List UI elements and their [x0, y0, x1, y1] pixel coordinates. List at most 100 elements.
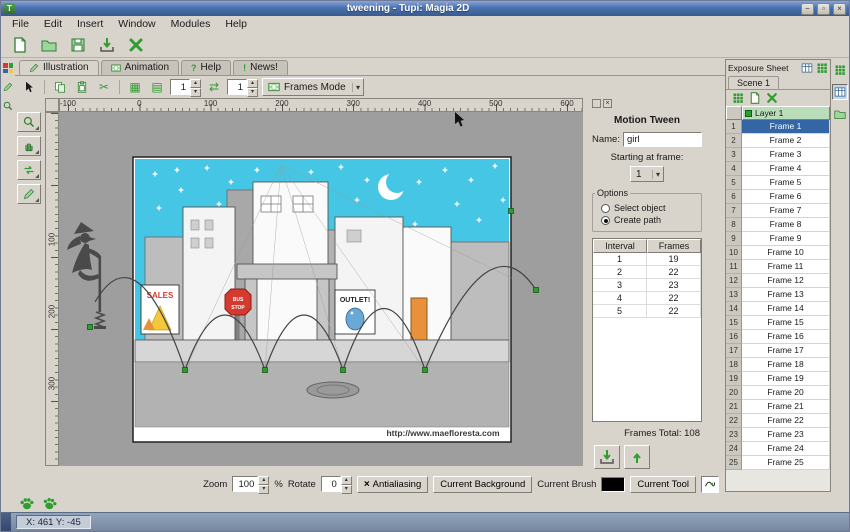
exposure-frame-row[interactable]: 20Frame 20 — [726, 386, 830, 400]
panel-menu-icon[interactable] — [816, 62, 828, 74]
frame-label[interactable]: Frame 18 — [742, 358, 830, 372]
frame-label[interactable]: Frame 14 — [742, 302, 830, 316]
create-path-radio[interactable]: Create path — [601, 215, 699, 225]
exposure-frame-row[interactable]: 7Frame 7 — [726, 204, 830, 218]
exposure-frame-row[interactable]: 13Frame 13 — [726, 288, 830, 302]
spin-down-icon[interactable]: ▾ — [258, 485, 269, 494]
tween-tool-button[interactable] — [17, 160, 41, 180]
exposure-frame-row[interactable]: 25Frame 25 — [726, 456, 830, 470]
exposure-frame-row[interactable]: 2Frame 2 — [726, 134, 830, 148]
exposure-frame-row[interactable]: 14Frame 14 — [726, 302, 830, 316]
remove-frame-icon[interactable] — [766, 92, 778, 104]
menu-edit[interactable]: Edit — [37, 17, 69, 31]
exposure-frame-row[interactable]: 12Frame 12 — [726, 274, 830, 288]
menu-file[interactable]: File — [5, 17, 36, 31]
add-frame-icon[interactable] — [749, 92, 761, 104]
frame-label[interactable]: Frame 11 — [742, 260, 830, 274]
tab-animation[interactable]: Animation — [101, 60, 179, 75]
frame-label[interactable]: Frame 10 — [742, 246, 830, 260]
zoom-panel-icon[interactable] — [3, 101, 13, 111]
minimize-button[interactable]: − — [801, 3, 814, 15]
exposure-frame-row[interactable]: 5Frame 5 — [726, 176, 830, 190]
paw-icon[interactable] — [40, 493, 59, 512]
current-background-button[interactable]: Current Background — [433, 476, 532, 493]
exposure-frame-row[interactable]: 16Frame 16 — [726, 330, 830, 344]
open-project-button[interactable] — [38, 34, 60, 56]
spin-up-icon[interactable]: ▴ — [258, 476, 269, 485]
frame-label[interactable]: Frame 8 — [742, 218, 830, 232]
frame-label[interactable]: Frame 20 — [742, 386, 830, 400]
frame-label[interactable]: Frame 15 — [742, 316, 830, 330]
show-table-button[interactable]: ▤ — [148, 78, 166, 96]
tab-illustration[interactable]: Illustration — [19, 60, 99, 75]
frame-label[interactable]: Frame 12 — [742, 274, 830, 288]
frame-label[interactable]: Frame 5 — [742, 176, 830, 190]
exposure-frame-row[interactable]: 24Frame 24 — [726, 442, 830, 456]
exposure-frame-row[interactable]: 8Frame 8 — [726, 218, 830, 232]
objects-panel-button[interactable] — [832, 62, 848, 78]
close-tween-button[interactable] — [624, 445, 650, 469]
frames-mode-select[interactable]: Frames Mode ▾ — [262, 78, 364, 96]
hand-tool-button[interactable] — [17, 136, 41, 156]
exposure-frame-row[interactable]: 22Frame 22 — [726, 414, 830, 428]
menu-window[interactable]: Window — [111, 17, 162, 31]
import-button[interactable] — [96, 34, 118, 56]
frame-label[interactable]: Frame 22 — [742, 414, 830, 428]
spin-down-icon[interactable]: ▾ — [190, 88, 201, 97]
spin-up-icon[interactable]: ▴ — [247, 79, 258, 88]
exposure-frame-row[interactable]: 4Frame 4 — [726, 162, 830, 176]
spin-up-icon[interactable]: ▴ — [341, 476, 352, 485]
add-layer-icon[interactable] — [732, 92, 744, 104]
show-grid-button[interactable]: ▦ — [126, 78, 144, 96]
cut-button[interactable]: ✂ — [95, 78, 113, 96]
layer-header[interactable]: Layer 1 — [742, 106, 830, 120]
selection-tool-button[interactable] — [20, 78, 38, 96]
current-tool-button[interactable]: Current Tool — [630, 476, 696, 493]
interval-row[interactable]: 323 — [593, 279, 701, 292]
frame-label[interactable]: Frame 13 — [742, 288, 830, 302]
frame-label[interactable]: Frame 24 — [742, 442, 830, 456]
exposure-frame-row[interactable]: 17Frame 17 — [726, 344, 830, 358]
close-button[interactable]: × — [833, 3, 846, 15]
menu-help[interactable]: Help — [218, 17, 254, 31]
interval-row[interactable]: 422 — [593, 292, 701, 305]
interval-row[interactable]: 522 — [593, 305, 701, 318]
swap-button[interactable]: ⇄ — [205, 78, 223, 96]
frame-label[interactable]: Frame 21 — [742, 400, 830, 414]
library-panel-button[interactable] — [832, 106, 848, 122]
copy-button[interactable] — [51, 78, 69, 96]
exposure-frame-row[interactable]: 3Frame 3 — [726, 148, 830, 162]
antialiasing-button[interactable]: × Antialiasing — [357, 476, 428, 493]
menu-insert[interactable]: Insert — [70, 17, 110, 31]
spin-up-icon[interactable]: ▴ — [190, 79, 201, 88]
exposure-frame-row[interactable]: 11Frame 11 — [726, 260, 830, 274]
frame-label[interactable]: Frame 1 — [742, 120, 830, 134]
exposure-frame-row[interactable]: 21Frame 21 — [726, 400, 830, 414]
frame-label[interactable]: Frame 16 — [742, 330, 830, 344]
frame-label[interactable]: Frame 4 — [742, 162, 830, 176]
rotate-spinner[interactable]: 0 ▴ ▾ — [321, 476, 352, 492]
detach-panel-icon[interactable] — [801, 62, 813, 74]
save-project-button[interactable] — [67, 34, 89, 56]
frame-label[interactable]: Frame 3 — [742, 148, 830, 162]
frame-label[interactable]: Frame 17 — [742, 344, 830, 358]
spin-down-icon[interactable]: ▾ — [247, 88, 258, 97]
frame-label[interactable]: Frame 25 — [742, 456, 830, 470]
interval-row[interactable]: 222 — [593, 266, 701, 279]
exposure-frame-row[interactable]: 9Frame 9 — [726, 232, 830, 246]
color-palette-icon[interactable] — [3, 63, 13, 73]
tween-name-input[interactable]: girl — [623, 132, 702, 147]
frame-label[interactable]: Frame 9 — [742, 232, 830, 246]
paste-button[interactable] — [73, 78, 91, 96]
x-spinner[interactable]: 1 ▴ ▾ — [170, 79, 201, 95]
new-project-button[interactable] — [9, 34, 31, 56]
pencil-tool-button[interactable] — [17, 184, 41, 204]
y-spinner[interactable]: 1 ▴ ▾ — [227, 79, 258, 95]
close-project-button[interactable] — [125, 34, 147, 56]
frame-label[interactable]: Frame 7 — [742, 204, 830, 218]
select-object-radio[interactable]: Select object — [601, 203, 699, 213]
current-brush-swatch[interactable] — [601, 477, 625, 492]
tab-help[interactable]: ? Help — [181, 60, 231, 75]
frame-label[interactable]: Frame 23 — [742, 428, 830, 442]
drawing-canvas[interactable]: SALES BUS STOP — [59, 112, 583, 466]
